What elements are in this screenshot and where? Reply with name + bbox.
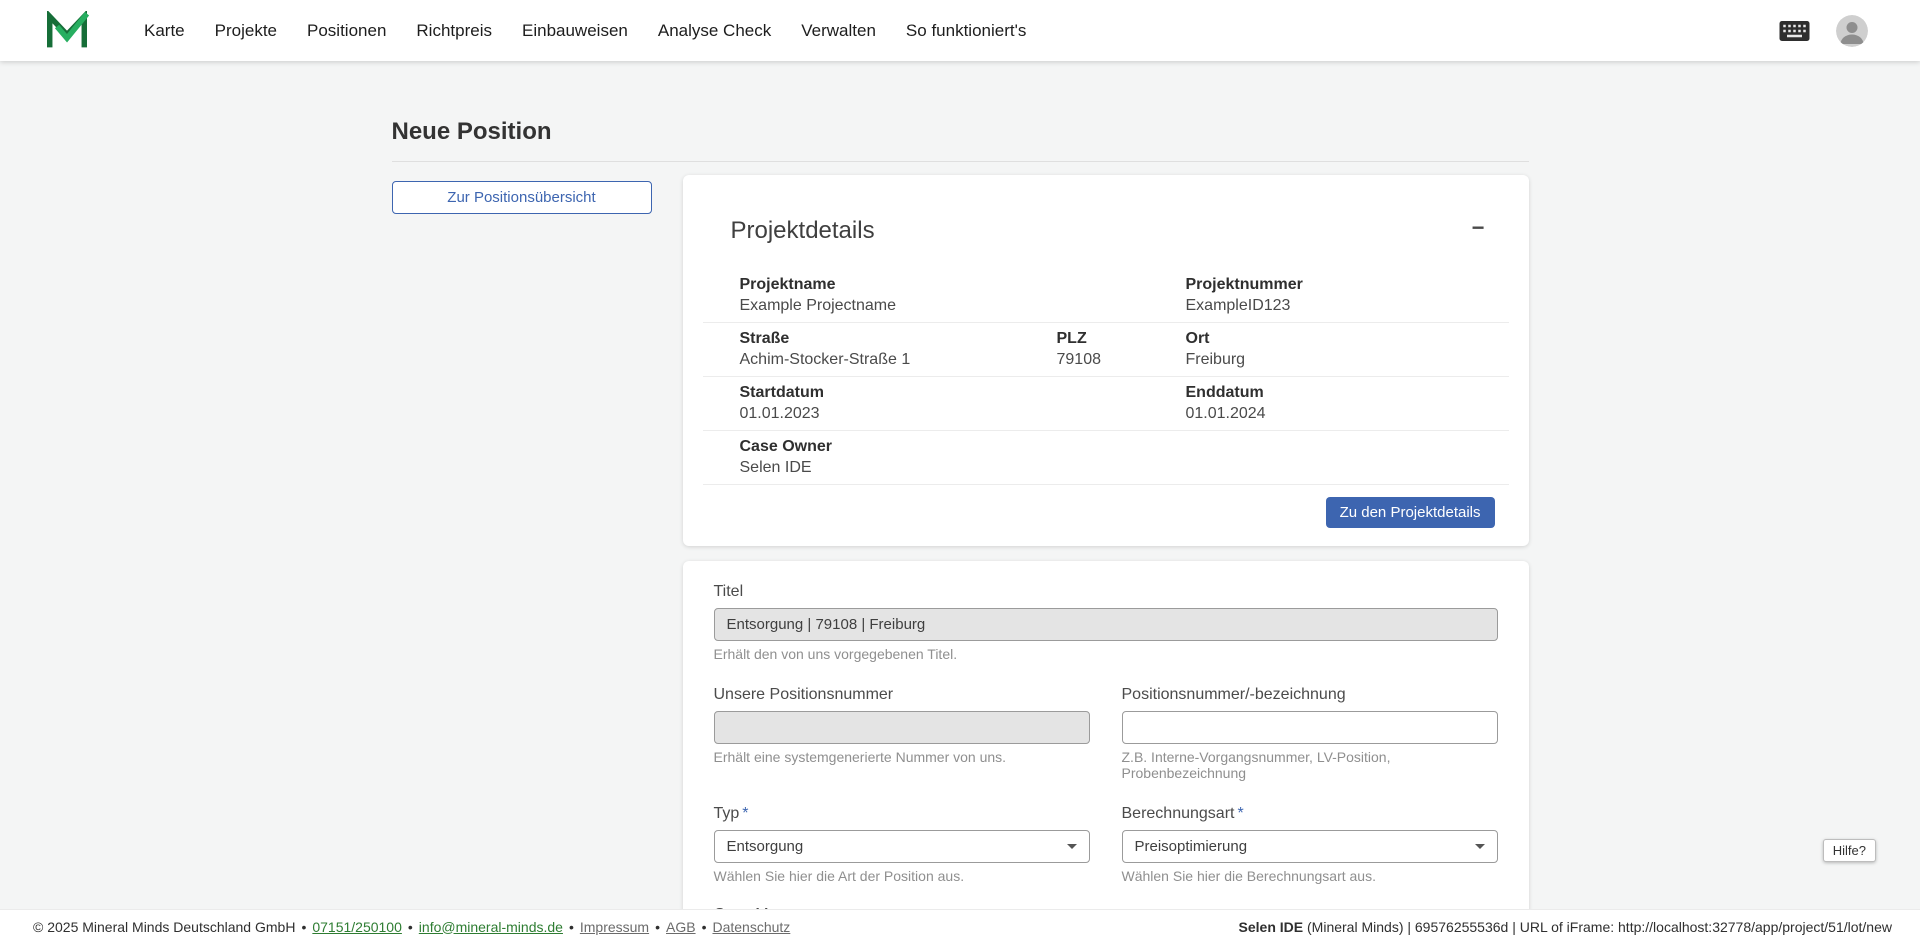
positionsnummer-bezeichnung-label: Positionsnummer/-bezeichnung bbox=[1122, 686, 1498, 704]
footer-link-phone[interactable]: 07151/250100 bbox=[312, 919, 402, 935]
berechnungsart-select[interactable]: Preisoptimierung bbox=[1122, 830, 1498, 863]
separator: • bbox=[702, 919, 707, 935]
nav-item-richtpreis[interactable]: Richtpreis bbox=[416, 21, 492, 41]
typ-select-value: Entsorgung bbox=[727, 838, 804, 855]
project-details-button[interactable]: Zu den Projektdetails bbox=[1326, 497, 1495, 528]
startdatum-value: 01.01.2023 bbox=[740, 403, 1186, 424]
navbar-right bbox=[1779, 15, 1920, 47]
collapse-icon[interactable]: − bbox=[1472, 217, 1485, 239]
left-column: Zur Positionsübersicht bbox=[392, 175, 652, 214]
enddatum-value: 01.01.2024 bbox=[1186, 403, 1509, 424]
footer-link-agb[interactable]: AGB bbox=[666, 919, 696, 935]
right-column: Projektdetails − Projektname Example Pro… bbox=[683, 175, 1529, 943]
typ-label: Typ* bbox=[714, 805, 1090, 823]
dropdown-arrow-icon bbox=[1475, 844, 1485, 849]
berechnungsart-helper: Wählen Sie hier die Berechnungsart aus. bbox=[1122, 868, 1498, 884]
main-nav: Karte Projekte Positionen Richtpreis Ein… bbox=[144, 21, 1026, 41]
table-row: Straße Achim-Stocker-Straße 1 PLZ 79108 … bbox=[703, 323, 1509, 377]
project-details-card: Projektdetails − Projektname Example Pro… bbox=[683, 175, 1529, 546]
nav-item-einbauweisen[interactable]: Einbauweisen bbox=[522, 21, 628, 41]
project-details-table: Projektname Example Projectname Projektn… bbox=[703, 269, 1509, 485]
titel-input bbox=[714, 608, 1498, 641]
page-title: Neue Position bbox=[392, 118, 1529, 146]
separator: • bbox=[569, 919, 574, 935]
footer: © 2025 Mineral Minds Deutschland GmbH • … bbox=[0, 909, 1920, 943]
nav-item-positionen[interactable]: Positionen bbox=[307, 21, 386, 41]
nav-item-so-funktionierts[interactable]: So funktioniert's bbox=[906, 21, 1026, 41]
typ-helper: Wählen Sie hier die Art der Position aus… bbox=[714, 868, 1090, 884]
table-row: Startdatum 01.01.2023 Enddatum 01.01.202… bbox=[703, 377, 1509, 431]
main-content: Neue Position Zur Positionsübersicht Pro… bbox=[0, 61, 1920, 943]
required-asterisk: * bbox=[1237, 805, 1243, 822]
mineral-minds-logo-icon[interactable] bbox=[45, 11, 89, 51]
copyright-text: © 2025 Mineral Minds Deutschland GmbH bbox=[33, 919, 295, 935]
unsere-positionsnummer-label: Unsere Positionsnummer bbox=[714, 686, 1090, 704]
nav-item-karte[interactable]: Karte bbox=[144, 21, 185, 41]
back-to-positions-button[interactable]: Zur Positionsübersicht bbox=[392, 181, 652, 214]
plz-label: PLZ bbox=[1057, 328, 1186, 349]
strasse-label: Straße bbox=[740, 328, 1057, 349]
required-asterisk: * bbox=[742, 805, 748, 822]
case-owner-label: Case Owner bbox=[740, 436, 1509, 457]
positionsnummer-bezeichnung-helper: Z.B. Interne-Vorgangsnummer, LV-Position… bbox=[1122, 749, 1498, 781]
plz-value: 79108 bbox=[1057, 349, 1186, 370]
separator: • bbox=[301, 919, 306, 935]
help-button[interactable]: Hilfe? bbox=[1823, 839, 1876, 862]
new-position-form-card: Titel Erhält den von uns vorgegebenen Ti… bbox=[683, 561, 1529, 943]
footer-link-email[interactable]: info@mineral-minds.de bbox=[419, 919, 563, 935]
typ-select[interactable]: Entsorgung bbox=[714, 830, 1090, 863]
unsere-positionsnummer-input bbox=[714, 711, 1090, 744]
title-divider bbox=[392, 161, 1529, 162]
table-row: Case Owner Selen IDE bbox=[703, 431, 1509, 485]
berechnungsart-label: Berechnungsart* bbox=[1122, 805, 1498, 823]
case-owner-value: Selen IDE bbox=[740, 457, 1509, 478]
strasse-value: Achim-Stocker-Straße 1 bbox=[740, 349, 1057, 370]
dropdown-arrow-icon bbox=[1067, 844, 1077, 849]
projektname-value: Example Projectname bbox=[740, 295, 1186, 316]
footer-link-impressum[interactable]: Impressum bbox=[580, 919, 649, 935]
session-user: Selen IDE bbox=[1239, 919, 1304, 935]
footer-left: © 2025 Mineral Minds Deutschland GmbH • … bbox=[33, 919, 790, 935]
top-navbar: Karte Projekte Positionen Richtpreis Ein… bbox=[0, 0, 1920, 61]
session-info: Selen IDE (Mineral Minds) | 69576255536d… bbox=[1239, 919, 1892, 935]
projektnummer-value: ExampleID123 bbox=[1186, 295, 1509, 316]
startdatum-label: Startdatum bbox=[740, 382, 1186, 403]
nav-item-projekte[interactable]: Projekte bbox=[215, 21, 277, 41]
table-row: Projektname Example Projectname Projektn… bbox=[703, 269, 1509, 323]
project-card-title: Projektdetails bbox=[731, 217, 875, 245]
titel-helper: Erhält den von uns vorgegebenen Titel. bbox=[714, 646, 1498, 662]
separator: • bbox=[655, 919, 660, 935]
user-avatar-icon[interactable] bbox=[1836, 15, 1868, 47]
enddatum-label: Enddatum bbox=[1186, 382, 1509, 403]
berechnungsart-select-value: Preisoptimierung bbox=[1135, 838, 1248, 855]
projektnummer-label: Projektnummer bbox=[1186, 274, 1509, 295]
ort-value: Freiburg bbox=[1186, 349, 1509, 370]
positionsnummer-bezeichnung-input[interactable] bbox=[1122, 711, 1498, 744]
titel-label: Titel bbox=[714, 583, 1498, 601]
nav-item-analyse-check[interactable]: Analyse Check bbox=[658, 21, 771, 41]
separator: • bbox=[408, 919, 413, 935]
session-details: (Mineral Minds) | 69576255536d | URL of … bbox=[1303, 919, 1892, 935]
footer-link-datenschutz[interactable]: Datenschutz bbox=[712, 919, 790, 935]
nav-item-verwalten[interactable]: Verwalten bbox=[801, 21, 876, 41]
projektname-label: Projektname bbox=[740, 274, 1186, 295]
unsere-positionsnummer-helper: Erhält eine systemgenerierte Nummer von … bbox=[714, 749, 1090, 765]
keyboard-icon[interactable] bbox=[1779, 21, 1810, 41]
ort-label: Ort bbox=[1186, 328, 1509, 349]
